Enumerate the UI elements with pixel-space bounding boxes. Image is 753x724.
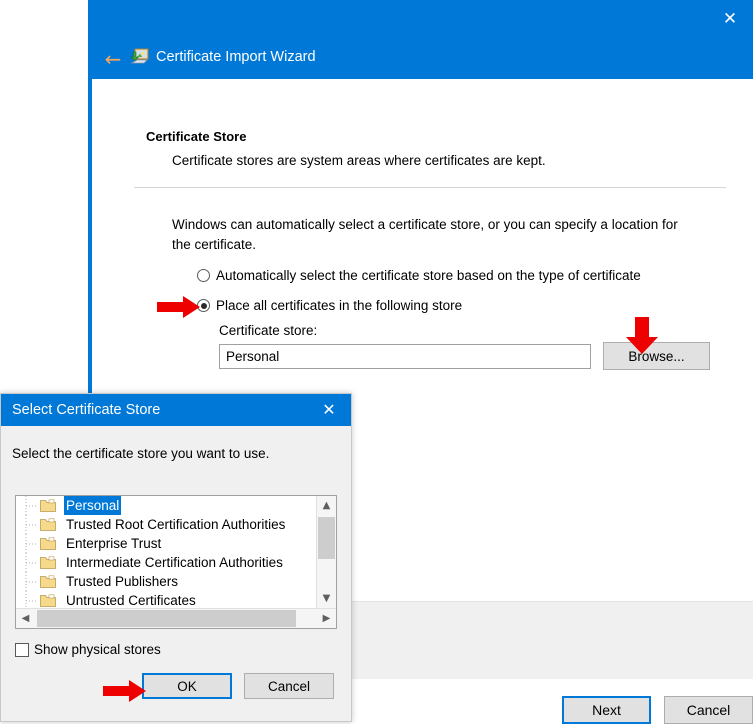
list-item-label: Enterprise Trust xyxy=(66,536,162,551)
cancel-button[interactable]: Cancel xyxy=(664,696,753,724)
red-down-arrow-icon xyxy=(626,317,658,354)
list-item-label: Trusted Publishers xyxy=(66,574,179,589)
list-item[interactable]: Enterprise Trust xyxy=(16,534,316,553)
description-text: Windows can automatically select a certi… xyxy=(172,217,678,252)
folder-icon xyxy=(40,518,56,531)
show-physical-stores-label: Show physical stores xyxy=(34,642,161,657)
certificate-store-tree[interactable]: Personal Trusted Root Certification Auth… xyxy=(16,496,316,608)
chevron-down-icon[interactable]: ▼ xyxy=(317,589,336,608)
certificate-store-label: Certificate store: xyxy=(219,323,318,338)
list-item[interactable]: Personal xyxy=(16,496,316,515)
radio-place-label: Place all certificates in the following … xyxy=(216,298,463,313)
folder-icon xyxy=(40,594,56,607)
select-certificate-store-dialog: Select Certificate Store ✕ Select the ce… xyxy=(0,393,352,722)
tree-connector-icon xyxy=(25,553,37,572)
scrollbar-thumb[interactable] xyxy=(318,517,335,559)
list-item[interactable]: Untrusted Certificates xyxy=(16,591,316,608)
dialog-prompt-text: Select the certificate store you want to… xyxy=(12,446,270,461)
red-right-arrow-icon xyxy=(157,296,200,318)
radio-auto-select-store[interactable]: Automatically select the certificate sto… xyxy=(197,267,641,284)
list-item-label: Intermediate Certification Authorities xyxy=(66,555,283,570)
folder-icon xyxy=(40,556,56,569)
folder-icon xyxy=(40,537,56,550)
ok-button[interactable]: OK xyxy=(142,673,232,699)
close-icon[interactable]: ✕ xyxy=(707,0,753,38)
tree-connector-icon xyxy=(25,591,37,608)
radio-button-icon xyxy=(197,269,210,282)
show-physical-stores-checkbox[interactable]: Show physical stores xyxy=(15,642,161,658)
wizard-title-bar: ✕ xyxy=(88,0,753,38)
chevron-up-icon[interactable]: ▲ xyxy=(317,496,336,515)
checkbox-icon xyxy=(15,643,29,657)
folder-icon xyxy=(40,575,56,588)
certificate-import-icon xyxy=(130,47,150,67)
list-item-label: Untrusted Certificates xyxy=(66,593,196,608)
tree-connector-icon xyxy=(25,572,37,591)
list-item[interactable]: Intermediate Certification Authorities xyxy=(16,553,316,572)
wizard-nav-bar: ← Certificate Import Wizard xyxy=(88,38,753,79)
tree-connector-icon xyxy=(25,515,37,534)
certificate-store-tree-container: Personal Trusted Root Certification Auth… xyxy=(15,495,337,629)
tree-connector-icon xyxy=(25,496,37,515)
dialog-title-bar: Select Certificate Store ✕ xyxy=(1,394,351,426)
chevron-left-icon[interactable]: ◀ xyxy=(16,609,35,628)
cancel-button[interactable]: Cancel xyxy=(244,673,334,699)
radio-place-all-certificates[interactable]: Place all certificates in the following … xyxy=(197,297,462,314)
chevron-right-icon[interactable]: ▶ xyxy=(317,609,336,628)
dialog-title: Select Certificate Store xyxy=(12,402,161,418)
next-button[interactable]: Next xyxy=(562,696,651,724)
close-icon[interactable]: ✕ xyxy=(307,394,351,426)
scrollbar-thumb[interactable] xyxy=(37,610,296,627)
radio-auto-label: Automatically select the certificate sto… xyxy=(216,268,641,283)
wizard-title: Certificate Import Wizard xyxy=(156,49,316,65)
page-subtitle: Certificate stores are system areas wher… xyxy=(172,153,546,168)
list-item[interactable]: Trusted Root Certification Authorities xyxy=(16,515,316,534)
divider xyxy=(134,187,726,188)
red-right-arrow-icon xyxy=(103,680,146,702)
list-item-label: Trusted Root Certification Authorities xyxy=(66,517,286,532)
page-title: Certificate Store xyxy=(146,129,247,144)
list-item-label: Personal xyxy=(64,496,122,515)
folder-icon xyxy=(40,499,56,512)
back-arrow-icon[interactable]: ← xyxy=(100,46,126,72)
tree-horizontal-scrollbar[interactable]: ◀ ▶ xyxy=(16,608,336,628)
certificate-store-input[interactable] xyxy=(219,344,591,369)
tree-connector-icon xyxy=(25,534,37,553)
tree-vertical-scrollbar[interactable]: ▲ ▼ xyxy=(316,496,336,608)
list-item[interactable]: Trusted Publishers xyxy=(16,572,316,591)
